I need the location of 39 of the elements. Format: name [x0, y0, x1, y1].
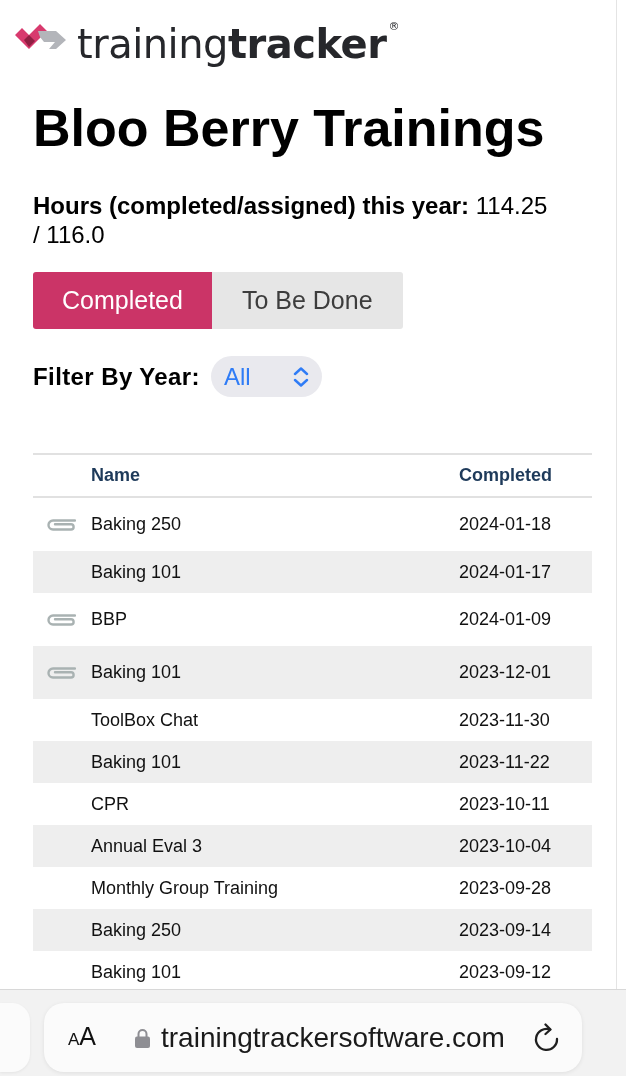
filter-label: Filter By Year:: [33, 362, 200, 391]
address-bar[interactable]: AA trainingtrackersoftware.com: [44, 1003, 582, 1072]
training-name: Baking 101: [91, 561, 182, 583]
url-text: trainingtrackersoftware.com: [161, 1021, 506, 1054]
chevron-up-down-icon: [292, 366, 309, 387]
training-name: Baking 101: [91, 662, 182, 683]
training-name: Annual Eval 3: [91, 835, 203, 857]
training-name: CPR: [91, 793, 129, 815]
page-title: Bloo Berry Trainings: [33, 98, 546, 158]
tab[interactable]: Completed: [33, 272, 212, 329]
completed-date: 2023-09-12: [459, 961, 552, 983]
completed-date: 2023-11-22: [459, 751, 550, 773]
training-name: Monthly Group Training: [91, 877, 279, 899]
training-name: Baking 101: [91, 751, 182, 773]
logo-wordmark: trainingtracker$^{®}$: [77, 18, 399, 69]
text-size-button[interactable]: AA: [68, 1020, 102, 1055]
lock-icon: [135, 1027, 150, 1048]
completed-date: 2023-12-01: [459, 662, 552, 683]
paperclip-icon: [46, 612, 76, 627]
completed-date: 2024-01-17: [459, 561, 552, 583]
hours-summary: Hours (completed/assigned) this year: 114.25 / 116.0: [33, 191, 549, 249]
completed-date: 2023-10-11: [459, 793, 550, 815]
training-name: ToolBox Chat: [91, 709, 199, 731]
column-header[interactable]: Completed: [459, 465, 552, 486]
completed-date: 2023-11-30: [459, 709, 550, 731]
training-name: Baking 101: [91, 961, 182, 983]
completed-date: 2024-01-18: [459, 514, 552, 535]
paperclip-icon: [46, 665, 76, 680]
training-name: Baking 250: [91, 919, 182, 941]
training-name: Baking 250: [91, 514, 182, 535]
reload-icon[interactable]: [533, 1023, 560, 1052]
completed-date: 2023-09-28: [459, 877, 552, 899]
training-name: BBP: [91, 609, 128, 630]
completed-date: 2024-01-09: [459, 609, 552, 630]
completed-date: 2023-10-04: [459, 835, 552, 857]
paperclip-icon: [46, 517, 76, 532]
tab[interactable]: To Be Done: [211, 272, 403, 329]
completed-date: 2023-09-14: [459, 919, 552, 941]
column-header[interactable]: Name: [91, 465, 141, 486]
